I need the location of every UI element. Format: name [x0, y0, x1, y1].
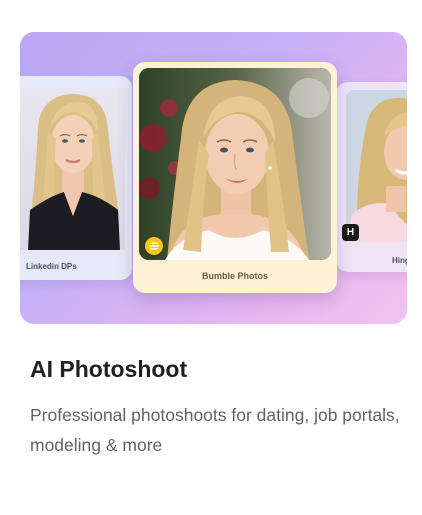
bumble-sample-card: Bumble Photos: [133, 62, 337, 293]
hinge-icon: H: [342, 224, 359, 241]
bumble-portrait-image: [139, 68, 331, 260]
linkedin-sample-card: Linkedin DPs: [20, 76, 132, 280]
hinge-portrait-image: [346, 90, 407, 242]
bumble-icon: [145, 237, 163, 255]
hinge-label: Hing: [392, 256, 407, 265]
hinge-sample-card: Hing: [336, 82, 407, 272]
linkedin-portrait-image: [20, 88, 125, 250]
photoshoot-showcase: Linkedin DPs Hing: [20, 32, 407, 324]
linkedin-label: Linkedin DPs: [26, 262, 77, 271]
feature-card[interactable]: Linkedin DPs Hing: [0, 0, 422, 515]
feature-description: Professional photoshoots for dating, job…: [30, 405, 400, 455]
bumble-label: Bumble Photos: [201, 271, 268, 281]
feature-title: AI Photoshoot: [30, 356, 188, 382]
